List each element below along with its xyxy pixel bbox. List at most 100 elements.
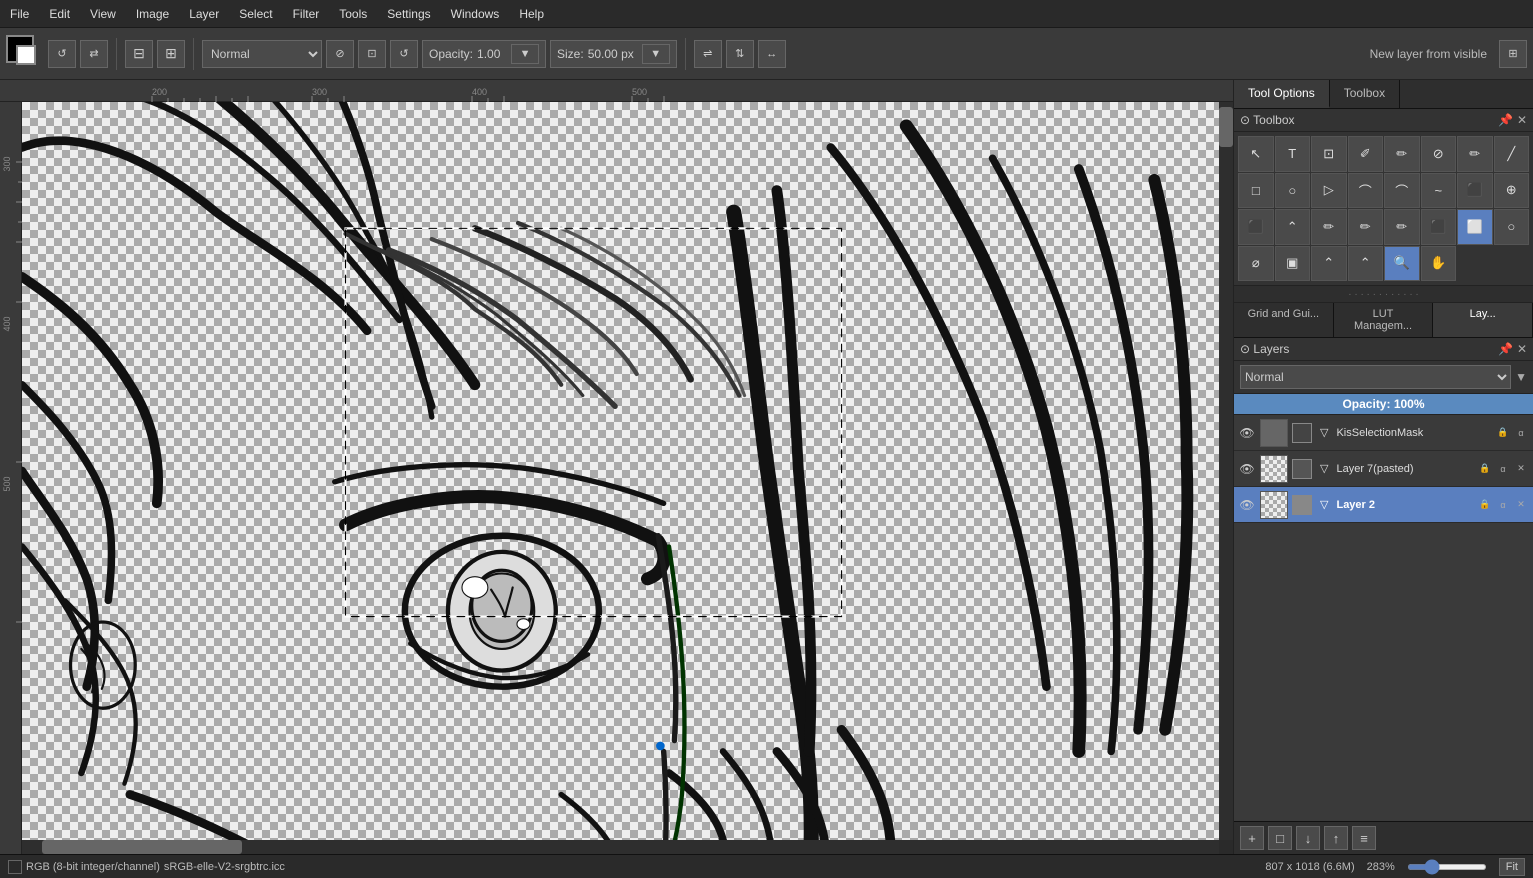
tool-contiguous-select[interactable]: ⊡ xyxy=(1311,136,1347,172)
menu-filter[interactable]: Filter xyxy=(289,5,324,23)
tool-dynamic-brush[interactable]: ~ xyxy=(1421,173,1457,209)
alpha-lock-button[interactable]: ⊡ xyxy=(358,40,386,68)
layers-opacity-row[interactable]: Opacity: 100% xyxy=(1234,394,1533,415)
layers-opacity-value[interactable]: 100% xyxy=(1394,397,1425,411)
refresh-button[interactable]: ↺ xyxy=(390,40,418,68)
svg-text:500: 500 xyxy=(2,476,12,491)
foreground-color[interactable] xyxy=(6,35,44,73)
tool-pan[interactable]: ✋ xyxy=(1421,246,1457,282)
layer-delete-1[interactable]: ✕ xyxy=(1513,461,1529,477)
opacity-value[interactable]: 1.00 xyxy=(477,47,507,61)
menu-help[interactable]: Help xyxy=(515,5,548,23)
tool-options-button[interactable]: ⊟ xyxy=(125,40,153,68)
statusbar-right: 807 x 1018 (6.6M) 283% Fit xyxy=(1265,858,1525,876)
tab-tool-options[interactable]: Tool Options xyxy=(1234,80,1330,108)
tool-zoom[interactable]: 🔍 xyxy=(1384,246,1420,282)
opacity-dropdown[interactable]: ▼ xyxy=(511,44,539,64)
zoom-slider[interactable] xyxy=(1407,864,1487,870)
canvas-container[interactable] xyxy=(22,102,1219,840)
tool-polygon-select[interactable]: ▷ xyxy=(1311,173,1347,209)
tool-magnetic-select[interactable]: ⌃ xyxy=(1311,246,1347,282)
tool-gradient[interactable]: ⌃ xyxy=(1275,209,1311,245)
layer-eye-2[interactable]: 👁 xyxy=(1238,496,1256,514)
tool-text[interactable]: T xyxy=(1275,136,1311,172)
tool-select-pointer[interactable]: ↖ xyxy=(1238,136,1274,172)
zoom-fit-button[interactable]: Fit xyxy=(1499,858,1525,876)
menu-edit[interactable]: Edit xyxy=(45,5,74,23)
layer-alpha-1[interactable]: α xyxy=(1495,461,1511,477)
canvas-area[interactable]: 200 300 400 500 xyxy=(0,80,1233,854)
layers-mode-more[interactable]: ▼ xyxy=(1515,370,1527,384)
tool-eraser[interactable]: ⊘ xyxy=(1421,136,1457,172)
reset-colors-button[interactable]: ↺ xyxy=(48,40,76,68)
tab-layers[interactable]: Lay... xyxy=(1433,303,1533,337)
layer-lock-0[interactable]: 🔒 xyxy=(1495,425,1511,441)
tool-bezier[interactable]: ⌒ xyxy=(1348,173,1384,209)
menu-tools[interactable]: Tools xyxy=(335,5,371,23)
layer-item-1[interactable]: 👁 ▽ Layer 7(pasted) 🔒 α ✕ xyxy=(1234,451,1533,487)
tab-grid-gui[interactable]: Grid and Gui... xyxy=(1234,303,1334,337)
tool-freehand-path[interactable]: ⌒ xyxy=(1384,173,1420,209)
layer-item-0[interactable]: 👁 ▽ KisSelectionMask 🔒 α xyxy=(1234,415,1533,451)
menu-settings[interactable]: Settings xyxy=(383,5,434,23)
tab-lut[interactable]: LUT Managem... xyxy=(1334,303,1434,337)
tool-move[interactable]: ⊕ xyxy=(1494,173,1530,209)
grid-button[interactable]: ⊞ xyxy=(157,40,185,68)
layers-move-up-button[interactable]: ↑ xyxy=(1324,826,1348,850)
menu-view[interactable]: View xyxy=(86,5,120,23)
tool-paint-bucket[interactable]: ⬛ xyxy=(1421,209,1457,245)
layer-alpha-0[interactable]: α xyxy=(1513,425,1529,441)
mirror-button[interactable]: ↔ xyxy=(758,40,786,68)
flip-v-button[interactable]: ⇅ xyxy=(726,40,754,68)
blend-mode-select[interactable]: Normal xyxy=(202,40,322,68)
new-layer-button[interactable]: ⊞ xyxy=(1499,40,1527,68)
layer-delete-2[interactable]: ✕ xyxy=(1513,497,1529,513)
tool-pencil[interactable]: ✏ xyxy=(1457,136,1493,172)
tool-contiguous-select2[interactable]: ⬜ xyxy=(1457,209,1493,245)
menu-layer[interactable]: Layer xyxy=(185,5,223,23)
size-dropdown[interactable]: ▼ xyxy=(642,44,670,64)
layers-copy-button[interactable]: □ xyxy=(1268,826,1292,850)
swap-colors-button[interactable]: ⇄ xyxy=(80,40,108,68)
layer-lock-2[interactable]: 🔒 xyxy=(1477,497,1493,513)
layer-lock-1[interactable]: 🔒 xyxy=(1477,461,1493,477)
layers-opacity-label: Opacity: xyxy=(1342,397,1390,411)
toolbox-close-button[interactable]: ✕ xyxy=(1517,113,1527,127)
layer-alpha-2[interactable]: α xyxy=(1495,497,1511,513)
layers-add-button[interactable]: + xyxy=(1240,826,1264,850)
layers-close-button[interactable]: ✕ xyxy=(1517,342,1527,356)
toolbox-pin-button[interactable]: 📌 xyxy=(1498,113,1513,127)
layers-blend-mode[interactable]: Normal xyxy=(1240,365,1511,389)
tool-crop[interactable]: ⬛ xyxy=(1238,209,1274,245)
tool-select-shapes[interactable]: ⌀ xyxy=(1238,246,1274,282)
scrollbar-vertical[interactable] xyxy=(1219,102,1233,840)
tool-transform[interactable]: ⬛ xyxy=(1457,173,1493,209)
tool-rect-select[interactable]: □ xyxy=(1238,173,1274,209)
layer-eye-1[interactable]: 👁 xyxy=(1238,460,1256,478)
size-value[interactable]: 50.00 px xyxy=(588,47,638,61)
scrollbar-horizontal[interactable] xyxy=(22,840,1219,854)
tool-ellipse-select[interactable]: ○ xyxy=(1275,173,1311,209)
layers-pin-button[interactable]: 📌 xyxy=(1498,342,1513,356)
layers-menu-button[interactable]: ≡ xyxy=(1352,826,1376,850)
layers-move-down-button[interactable]: ↓ xyxy=(1296,826,1320,850)
tool-similar-select[interactable]: ○ xyxy=(1494,209,1530,245)
flip-h-button[interactable]: ⇌ xyxy=(694,40,722,68)
statusbar-icon[interactable] xyxy=(8,860,22,874)
tool-colorpicker[interactable]: ✏ xyxy=(1311,209,1347,245)
tool-rect-select2[interactable]: ▣ xyxy=(1275,246,1311,282)
tool-smart-patch[interactable]: ✏ xyxy=(1384,209,1420,245)
tool-line[interactable]: ╱ xyxy=(1494,136,1530,172)
tab-toolbox[interactable]: Toolbox xyxy=(1330,80,1400,108)
tool-fill[interactable]: ✏ xyxy=(1348,209,1384,245)
menu-select[interactable]: Select xyxy=(235,5,276,23)
tool-magnetic-select2[interactable]: ⌃ xyxy=(1348,246,1384,282)
tool-freehand-select[interactable]: ✐ xyxy=(1348,136,1384,172)
erase-mode-button[interactable]: ⊘ xyxy=(326,40,354,68)
menu-file[interactable]: File xyxy=(6,5,33,23)
menu-windows[interactable]: Windows xyxy=(447,5,504,23)
menu-image[interactable]: Image xyxy=(132,5,173,23)
layer-item-2[interactable]: 👁 ▽ Layer 2 🔒 α ✕ xyxy=(1234,487,1533,523)
tool-brush[interactable]: ✏ xyxy=(1384,136,1420,172)
layer-eye-0[interactable]: 👁 xyxy=(1238,424,1256,442)
